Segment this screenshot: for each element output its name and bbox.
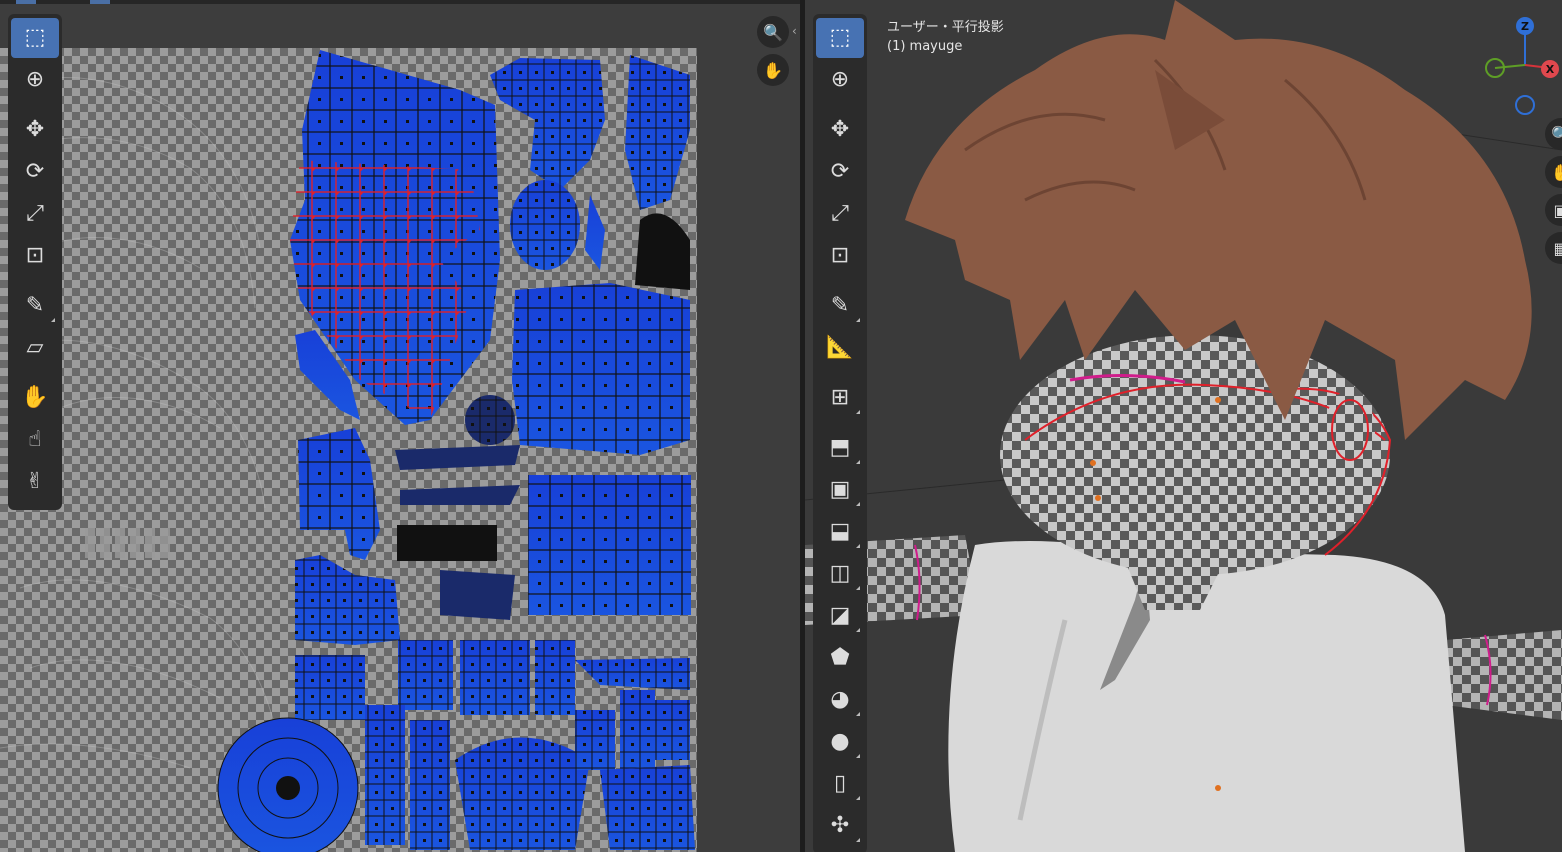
scale-tool[interactable]: ⤢: [11, 194, 59, 234]
select-box-tool[interactable]: ⬚: [816, 18, 864, 58]
transform-tool[interactable]: ⊡: [816, 236, 864, 276]
gizmo-x-axis[interactable]: X: [1541, 60, 1559, 78]
rotate-tool[interactable]: ⟳: [11, 152, 59, 192]
transform-icon: ⊡: [830, 243, 850, 268]
viewport-toolbar: ⬚ ⊕ ✥ ⟳ ⤢ ⊡ ✎ 📐 ⊞ ⬒ ▣ ⬓ ◫ ◪ ⬟ ◕ ● ▯ ✣: [813, 14, 867, 852]
zoom-icon: 🔍: [1551, 124, 1562, 144]
spin-tool[interactable]: ◕: [816, 680, 864, 720]
cursor-crosshair-icon: ⊕: [830, 67, 850, 92]
pencil-icon: ✎: [25, 293, 45, 318]
extrude-icon: ⬒: [829, 435, 851, 460]
hand-grab-icon: ✋: [21, 385, 49, 410]
grid-icon: ▦: [1553, 238, 1562, 258]
poly-build-icon: ⬟: [830, 645, 850, 670]
scale-tool[interactable]: ⤢: [816, 194, 864, 234]
relax-tool[interactable]: ☝: [11, 420, 59, 460]
shrink-fatten-tool[interactable]: ✣: [816, 806, 864, 846]
gizmo-z-axis[interactable]: Z: [1516, 17, 1534, 35]
hand-relax-icon: ☝: [28, 427, 42, 452]
pinch-tool[interactable]: ✌: [11, 462, 59, 502]
rotate-icon: ⟳: [830, 159, 850, 184]
move-tool[interactable]: ✥: [816, 110, 864, 150]
annotate-tool[interactable]: ✎: [11, 286, 59, 326]
add-cube-icon: ⊞: [830, 385, 850, 410]
rotate-tool[interactable]: ⟳: [816, 152, 864, 192]
loop-cut-tool[interactable]: ◫: [816, 554, 864, 594]
3d-viewport[interactable]: ユーザー・平行投影 (1) mayuge Z X 🔍 ✋ ▣ ▦ ⬚ ⊕ ✥ ⟳…: [805, 0, 1562, 852]
camera-icon: ▣: [1553, 200, 1562, 220]
uv-editor[interactable]: ⬚ ⊕ ✥ ⟳ ⤢ ⊡ ✎ ▱ ✋ ☝ ✌ 🔍 ✋ ‹: [0, 0, 800, 852]
uv-toolbar: ⬚ ⊕ ✥ ⟳ ⤢ ⊡ ✎ ▱ ✋ ☝ ✌: [8, 14, 62, 510]
cursor-crosshair-icon: ⊕: [25, 67, 45, 92]
pan-button[interactable]: ✋: [757, 54, 789, 86]
zoom-icon: 🔍: [763, 22, 783, 42]
select-cursor-icon: ⬚: [24, 25, 46, 50]
poly-build-tool[interactable]: ⬟: [816, 638, 864, 678]
sidebar-toggle-chevron-icon[interactable]: ‹: [792, 24, 797, 38]
select-cursor-icon: ⬚: [829, 25, 851, 50]
loop-cut-icon: ◫: [829, 561, 851, 586]
hand-pinch-icon: ✌: [25, 469, 45, 494]
annotate-tool[interactable]: ✎: [816, 286, 864, 326]
edge-slide-tool[interactable]: ▯: [816, 764, 864, 804]
knife-tool[interactable]: ◪: [816, 596, 864, 636]
cursor-tool[interactable]: ⊕: [11, 60, 59, 100]
select-box-tool[interactable]: ⬚: [11, 18, 59, 58]
scale-icon: ⤢: [26, 201, 44, 226]
uv-islands: [217, 50, 695, 852]
grab-tool[interactable]: ✋: [11, 378, 59, 418]
extrude-tool[interactable]: ⬒: [816, 428, 864, 468]
transform-icon: ⊡: [25, 243, 45, 268]
view-mode-label: ユーザー・平行投影: [887, 20, 1004, 35]
zoom-button[interactable]: 🔍: [757, 16, 789, 48]
cube-outline-icon: ▱: [26, 335, 44, 360]
shrink-fatten-icon: ✣: [830, 813, 850, 838]
pan-hand-icon: ✋: [763, 60, 783, 80]
cursor-tool[interactable]: ⊕: [816, 60, 864, 100]
scale-icon: ⤢: [831, 201, 849, 226]
rip-region-tool[interactable]: ▱: [11, 328, 59, 368]
measure-tool[interactable]: 📐: [816, 328, 864, 368]
inset-icon: ▣: [829, 477, 851, 502]
bevel-icon: ⬓: [829, 519, 851, 544]
pencil-icon: ✎: [830, 293, 850, 318]
active-object-label: (1) mayuge: [887, 39, 963, 54]
move-arrows-icon: ✥: [25, 117, 45, 142]
smooth-sphere-icon: ●: [830, 729, 850, 754]
inset-tool[interactable]: ▣: [816, 470, 864, 510]
move-tool[interactable]: ✥: [11, 110, 59, 150]
spin-icon: ◕: [830, 687, 850, 712]
ruler-icon: 📐: [826, 335, 854, 360]
bevel-tool[interactable]: ⬓: [816, 512, 864, 552]
transform-tool[interactable]: ⊡: [11, 236, 59, 276]
viewport-scene: [805, 0, 1562, 852]
move-arrows-icon: ✥: [830, 117, 850, 142]
add-cube-tool[interactable]: ⊞: [816, 378, 864, 418]
rotate-icon: ⟳: [25, 159, 45, 184]
edge-slide-icon: ▯: [833, 771, 847, 796]
knife-icon: ◪: [829, 603, 851, 628]
pan-hand-icon: ✋: [1551, 162, 1562, 182]
smooth-tool[interactable]: ●: [816, 722, 864, 762]
